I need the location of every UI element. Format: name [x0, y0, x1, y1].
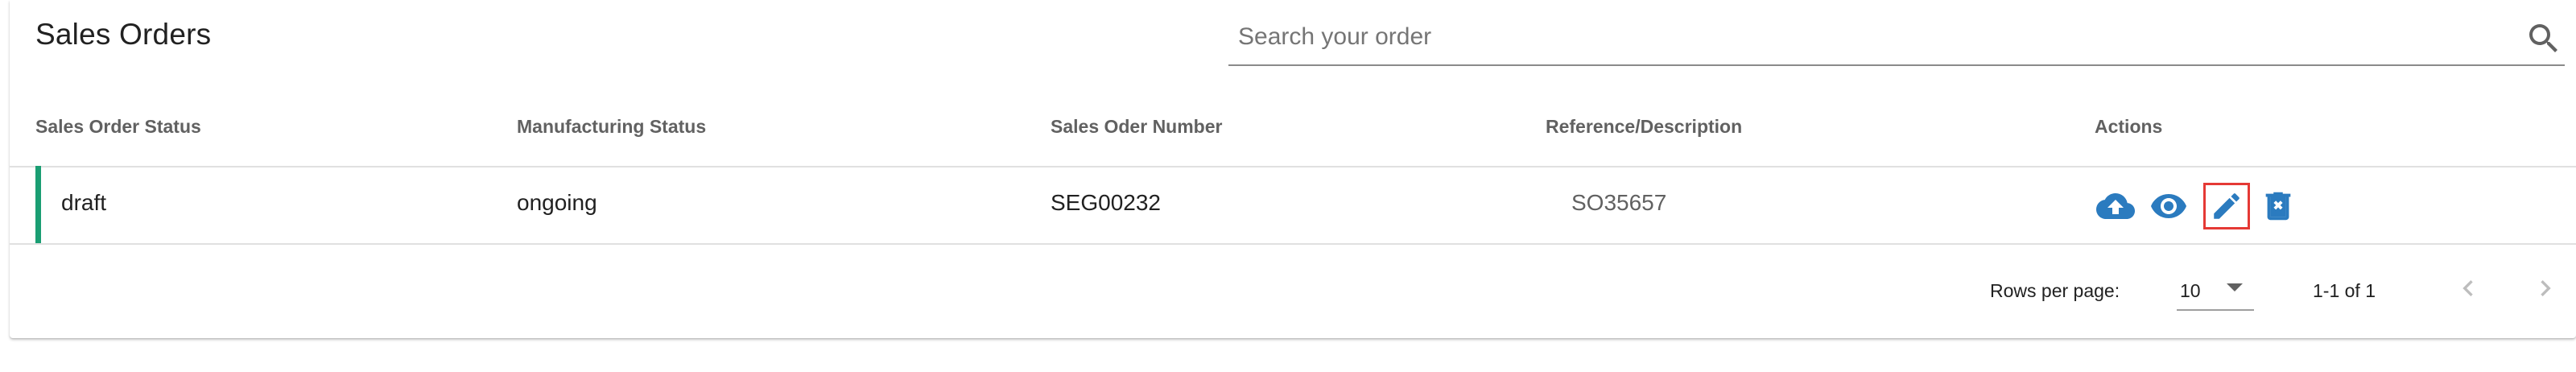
status-indicator-stripe — [35, 166, 41, 243]
column-header-actions: Actions — [2095, 116, 2163, 137]
search-input[interactable] — [1238, 19, 2494, 55]
page-title: Sales Orders — [35, 18, 212, 51]
table-row[interactable]: draft ongoing SEG00232 SO35657 — [10, 166, 2576, 245]
column-header-reference-description[interactable]: Reference/Description — [1546, 116, 1742, 138]
cell-manufacturing-status: ongoing — [517, 190, 597, 215]
column-header-manufacturing-status[interactable]: Manufacturing Status — [517, 116, 706, 138]
chevron-right-icon[interactable] — [2529, 272, 2562, 304]
table-header: Sales Order Status Manufacturing Status … — [10, 100, 2576, 167]
dropdown-arrow-icon — [2227, 283, 2243, 291]
upload-cloud-icon[interactable] — [2096, 187, 2135, 225]
cell-sales-order-status: draft — [61, 190, 107, 215]
edit-pencil-icon[interactable] — [2203, 183, 2250, 229]
chevron-left-icon[interactable] — [2452, 272, 2484, 304]
cell-reference-description: SO35657 — [1571, 190, 1667, 215]
rows-per-page-label: Rows per page: — [1990, 280, 2120, 301]
sales-orders-card: Sales Orders Sales Order Status Manufact… — [10, 0, 2576, 338]
view-eye-icon[interactable] — [2149, 187, 2188, 225]
column-header-sales-order-status[interactable]: Sales Order Status — [35, 116, 201, 138]
search-bar — [1228, 11, 2565, 66]
rows-per-page-select[interactable]: 10 — [2177, 269, 2254, 311]
search-icon[interactable] — [2524, 19, 2563, 58]
rows-per-page-value: 10 — [2180, 280, 2201, 301]
table-pagination: Rows per page: 10 1-1 of 1 — [10, 243, 2576, 338]
column-header-sales-order-number[interactable]: Sales Oder Number — [1051, 116, 1222, 138]
pagination-range: 1-1 of 1 — [2313, 280, 2376, 301]
cell-sales-order-number: SEG00232 — [1051, 190, 1161, 215]
delete-bin-icon[interactable] — [2259, 187, 2297, 225]
